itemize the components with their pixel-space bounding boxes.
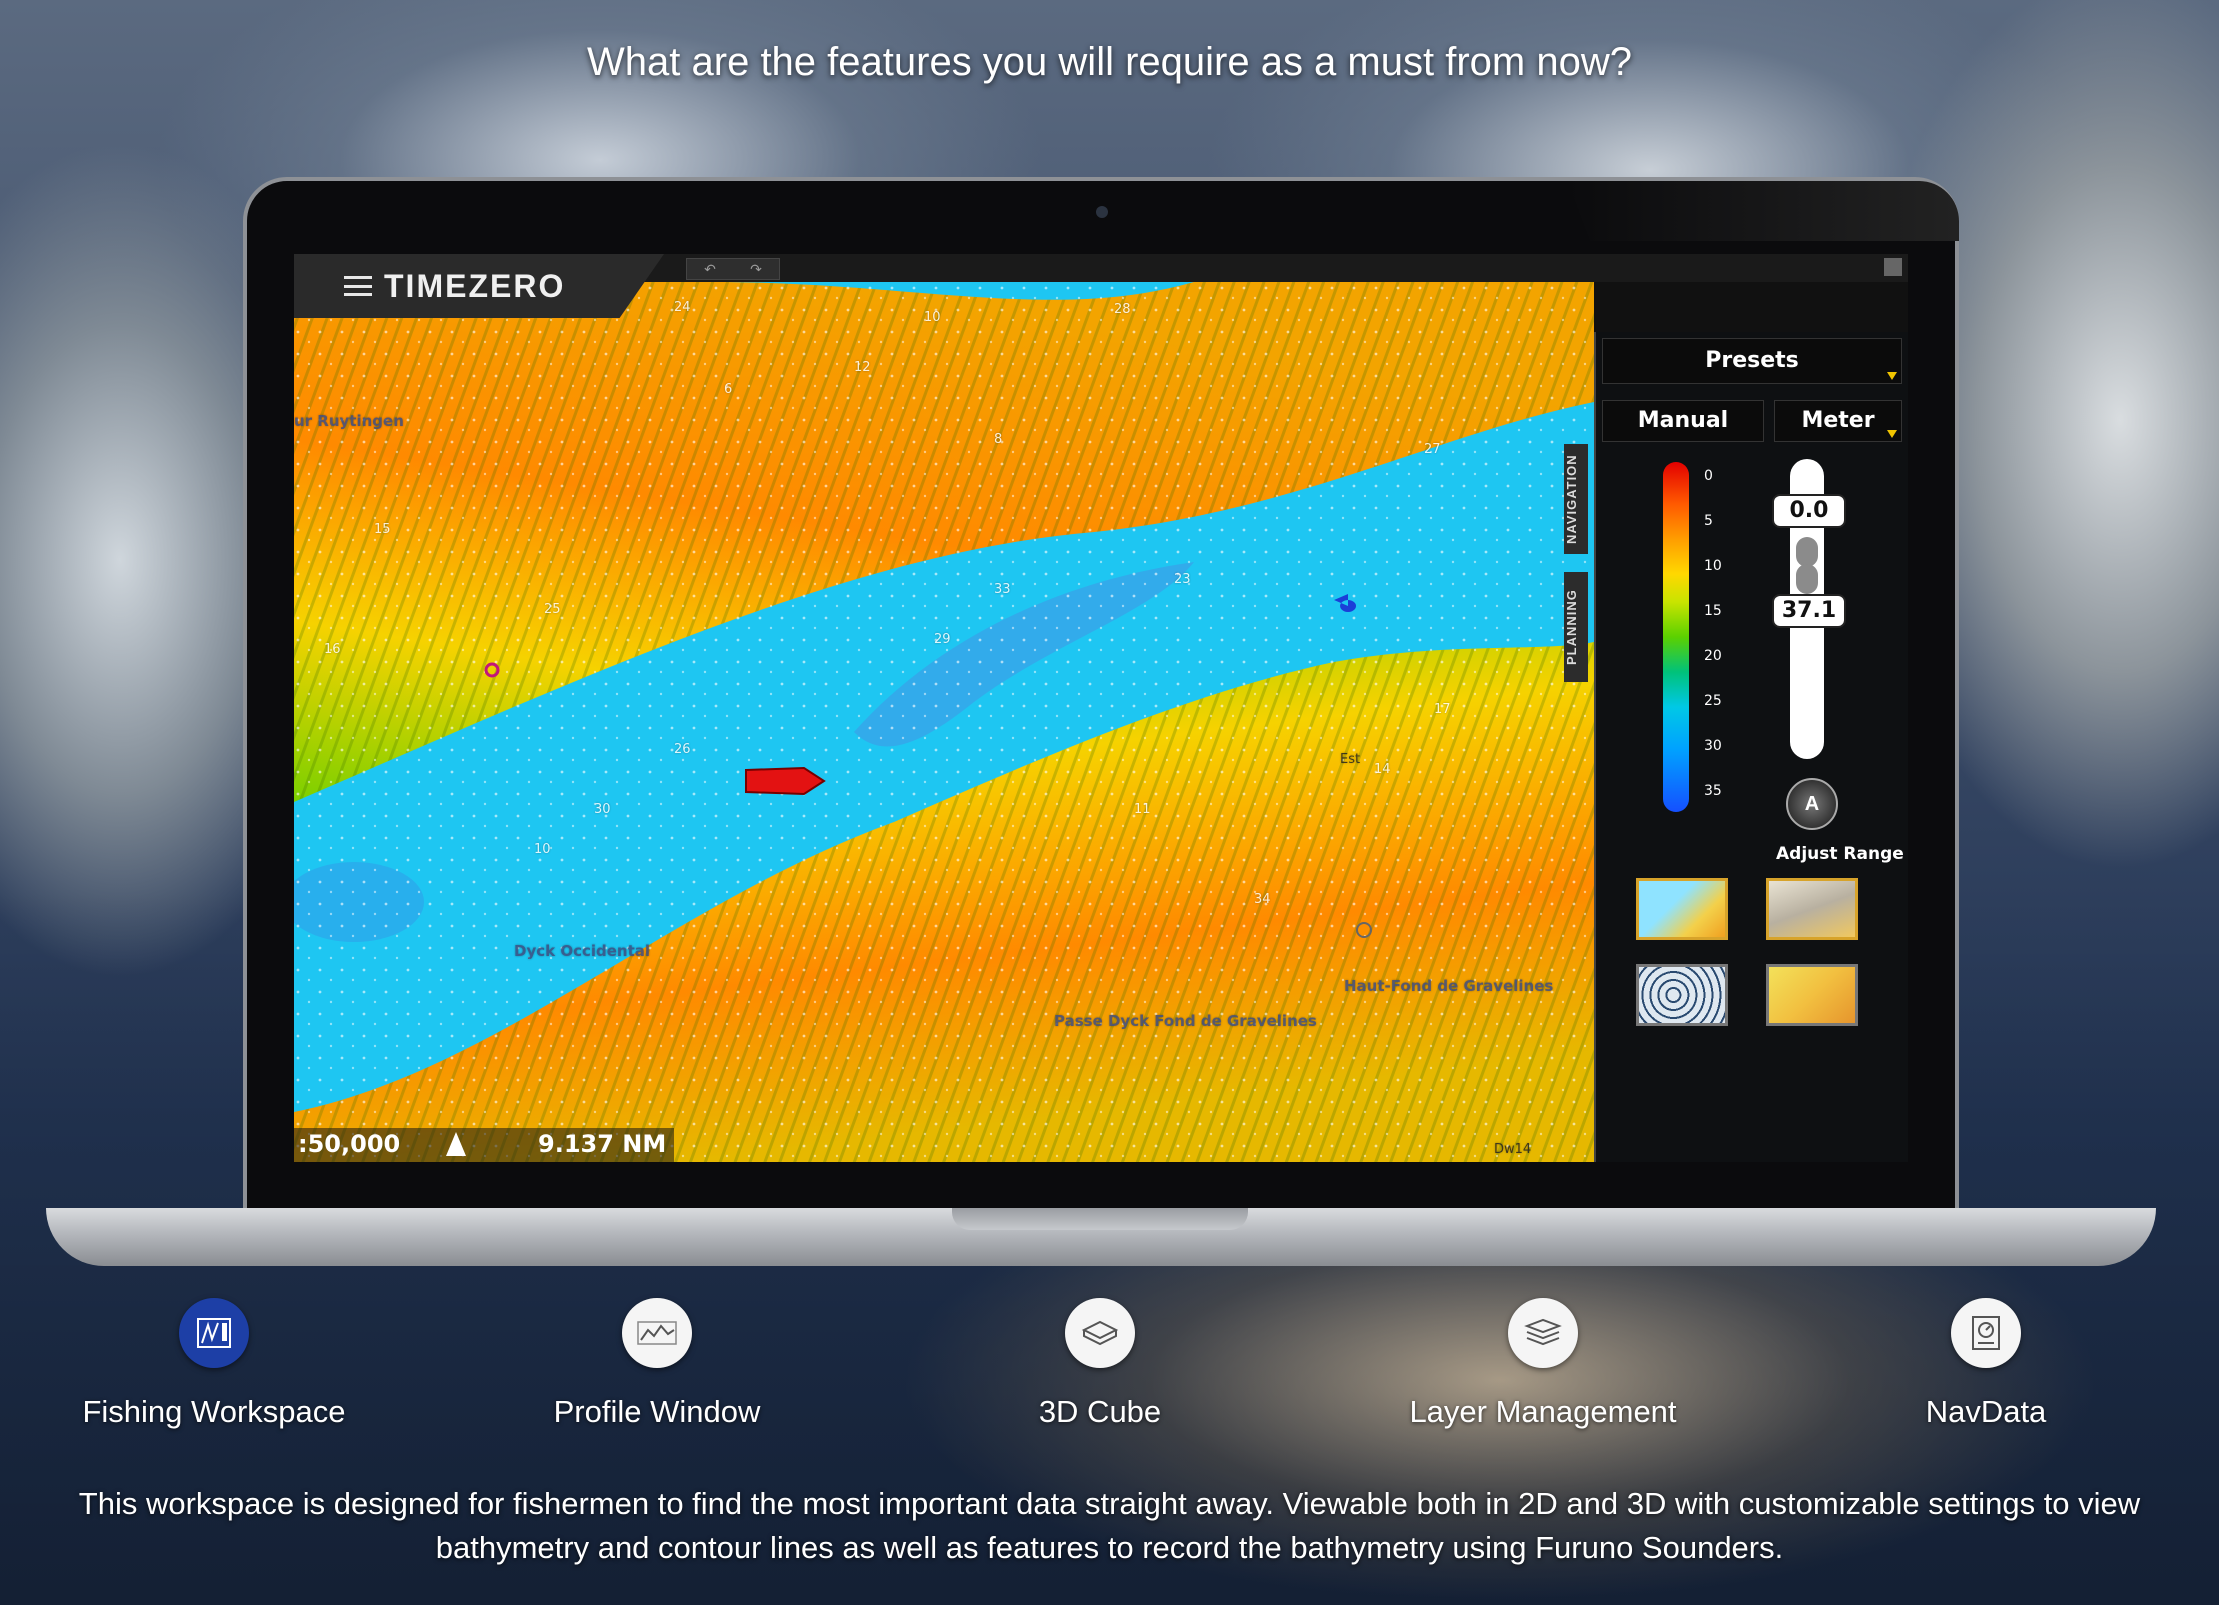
- depth-label: 27: [1424, 442, 1441, 457]
- depth-label: 6: [724, 382, 733, 397]
- depth-label: 17: [1434, 702, 1451, 717]
- cube-icon[interactable]: [1065, 1298, 1135, 1368]
- feature-navdata[interactable]: NavData: [1806, 1290, 2166, 1430]
- place-label: Haut-Fond de Gravelines: [1344, 977, 1554, 995]
- page-headline: What are the features you will require a…: [587, 40, 1632, 84]
- place-label: Passe Dyck Fond de Gravelines: [1054, 1012, 1317, 1030]
- undo-redo-group[interactable]: ↶ ↷: [686, 258, 780, 280]
- depth-label: 29: [934, 632, 951, 647]
- depth-label: 12: [854, 360, 871, 375]
- window-corner[interactable]: [1884, 258, 1902, 276]
- adjust-range-label: Adjust Range: [1776, 844, 1904, 864]
- feature-label: Layer Management: [1409, 1394, 1677, 1429]
- depth-label: 11: [1134, 802, 1151, 817]
- place-label: Dyck Occidental: [514, 942, 651, 960]
- shaded-relief-thumb[interactable]: [1636, 878, 1728, 940]
- scale-tick: 30: [1704, 738, 1722, 754]
- presets-label: Presets: [1705, 348, 1799, 373]
- place-label: Dw14: [1494, 1142, 1532, 1157]
- feature-label: NavData: [1925, 1394, 2047, 1429]
- feature-layer-management[interactable]: Layer Management: [1363, 1290, 1723, 1430]
- depth-color-scale: [1663, 462, 1689, 812]
- range-min-handle[interactable]: [1796, 537, 1818, 567]
- scale-tick: 20: [1704, 648, 1722, 664]
- feature-list: Fishing Workspace Profile Window 3D Cube…: [0, 1290, 2219, 1460]
- tab-navigation[interactable]: NAVIGATION: [1564, 444, 1588, 554]
- bathymetry-map[interactable]: 20 24 10 8 6 12 28 27 15 25 16 10 26 30 …: [294, 282, 1594, 1162]
- tab-planning[interactable]: PLANNING: [1564, 572, 1588, 682]
- depth-label: 23: [1174, 572, 1191, 587]
- dropdown-arrow-icon: [1887, 372, 1897, 380]
- hamburger-menu-icon[interactable]: [344, 276, 372, 296]
- undo-icon[interactable]: ↶: [704, 259, 716, 279]
- manual-label: Manual: [1637, 408, 1729, 433]
- webcam-icon: [1096, 206, 1108, 218]
- manual-button[interactable]: Manual: [1602, 400, 1764, 442]
- app-brand: TIMEZERO: [384, 268, 566, 304]
- redo-icon[interactable]: ↷: [750, 259, 762, 279]
- scale-tick: 25: [1704, 693, 1722, 709]
- feature-description: This workspace is designed for fishermen…: [78, 1486, 2141, 1565]
- feature-label: Profile Window: [553, 1394, 761, 1429]
- color-depth-thumb[interactable]: [1766, 964, 1858, 1026]
- range-max-handle[interactable]: [1796, 564, 1818, 594]
- feature-profile-window[interactable]: Profile Window: [477, 1290, 837, 1430]
- scale-tick: 10: [1704, 558, 1722, 574]
- depth-label: 16: [324, 642, 341, 657]
- depth-label: 10: [924, 310, 941, 325]
- scale-tick: 5: [1704, 513, 1713, 529]
- place-label: Est: [1340, 752, 1361, 767]
- depth-label: 24: [674, 300, 691, 315]
- feature-label: 3D Cube: [1038, 1394, 1162, 1429]
- fishing-workspace-icon[interactable]: [179, 1298, 249, 1368]
- depth-label: 10: [534, 842, 551, 857]
- unit-dropdown[interactable]: Meter: [1774, 400, 1902, 442]
- contour-thumb[interactable]: [1636, 964, 1728, 1026]
- depth-label: 8: [994, 432, 1003, 447]
- laptop-screen: ↶ ↷ TIMEZERO 24 10 8 6 12 28 27 15 25 16…: [294, 254, 1908, 1162]
- layers-icon[interactable]: [1508, 1298, 1578, 1368]
- distance-text: 9.137 NM: [538, 1130, 667, 1158]
- range-min-value[interactable]: 0.0: [1772, 494, 1846, 528]
- scale-tick: 15: [1704, 603, 1722, 619]
- scale-tick: 35: [1704, 783, 1722, 799]
- range-max-value[interactable]: 37.1: [1772, 594, 1846, 628]
- dropdown-arrow-icon: [1887, 430, 1897, 438]
- adjust-range-icon[interactable]: A: [1786, 778, 1838, 830]
- depth-label: 14: [1374, 762, 1391, 777]
- navdata-icon[interactable]: [1951, 1298, 2021, 1368]
- laptop-notch: [952, 1208, 1248, 1230]
- meter-label: Meter: [1801, 408, 1875, 433]
- depth-label: 15: [374, 522, 391, 537]
- feature-3d-cube[interactable]: 3D Cube: [920, 1290, 1280, 1430]
- depth-label: 33: [994, 582, 1011, 597]
- depth-label: 28: [1114, 302, 1131, 317]
- feature-label: Fishing Workspace: [82, 1394, 346, 1429]
- bathymetry-chart: [294, 282, 1594, 1162]
- depth-label: 30: [594, 802, 611, 817]
- presets-dropdown[interactable]: Presets: [1602, 338, 1902, 384]
- north-arrow-icon[interactable]: [446, 1132, 466, 1156]
- place-label: ur Ruytingen: [294, 412, 404, 430]
- profile-chart-icon[interactable]: [622, 1298, 692, 1368]
- depth-label: 26: [674, 742, 691, 757]
- depth-shading-panel: Presets Manual Meter 0 5 10 15 20 25 30 …: [1594, 332, 1908, 1162]
- scale-tick: 0: [1704, 468, 1713, 484]
- grayscale-relief-thumb[interactable]: [1766, 878, 1858, 940]
- scale-text: :50,000: [298, 1130, 401, 1158]
- feature-fishing-workspace[interactable]: Fishing Workspace: [34, 1290, 394, 1430]
- depth-label: 25: [544, 602, 561, 617]
- depth-label: 34: [1254, 892, 1271, 907]
- scale-bar: :50,000 9.137 NM: [294, 1128, 674, 1162]
